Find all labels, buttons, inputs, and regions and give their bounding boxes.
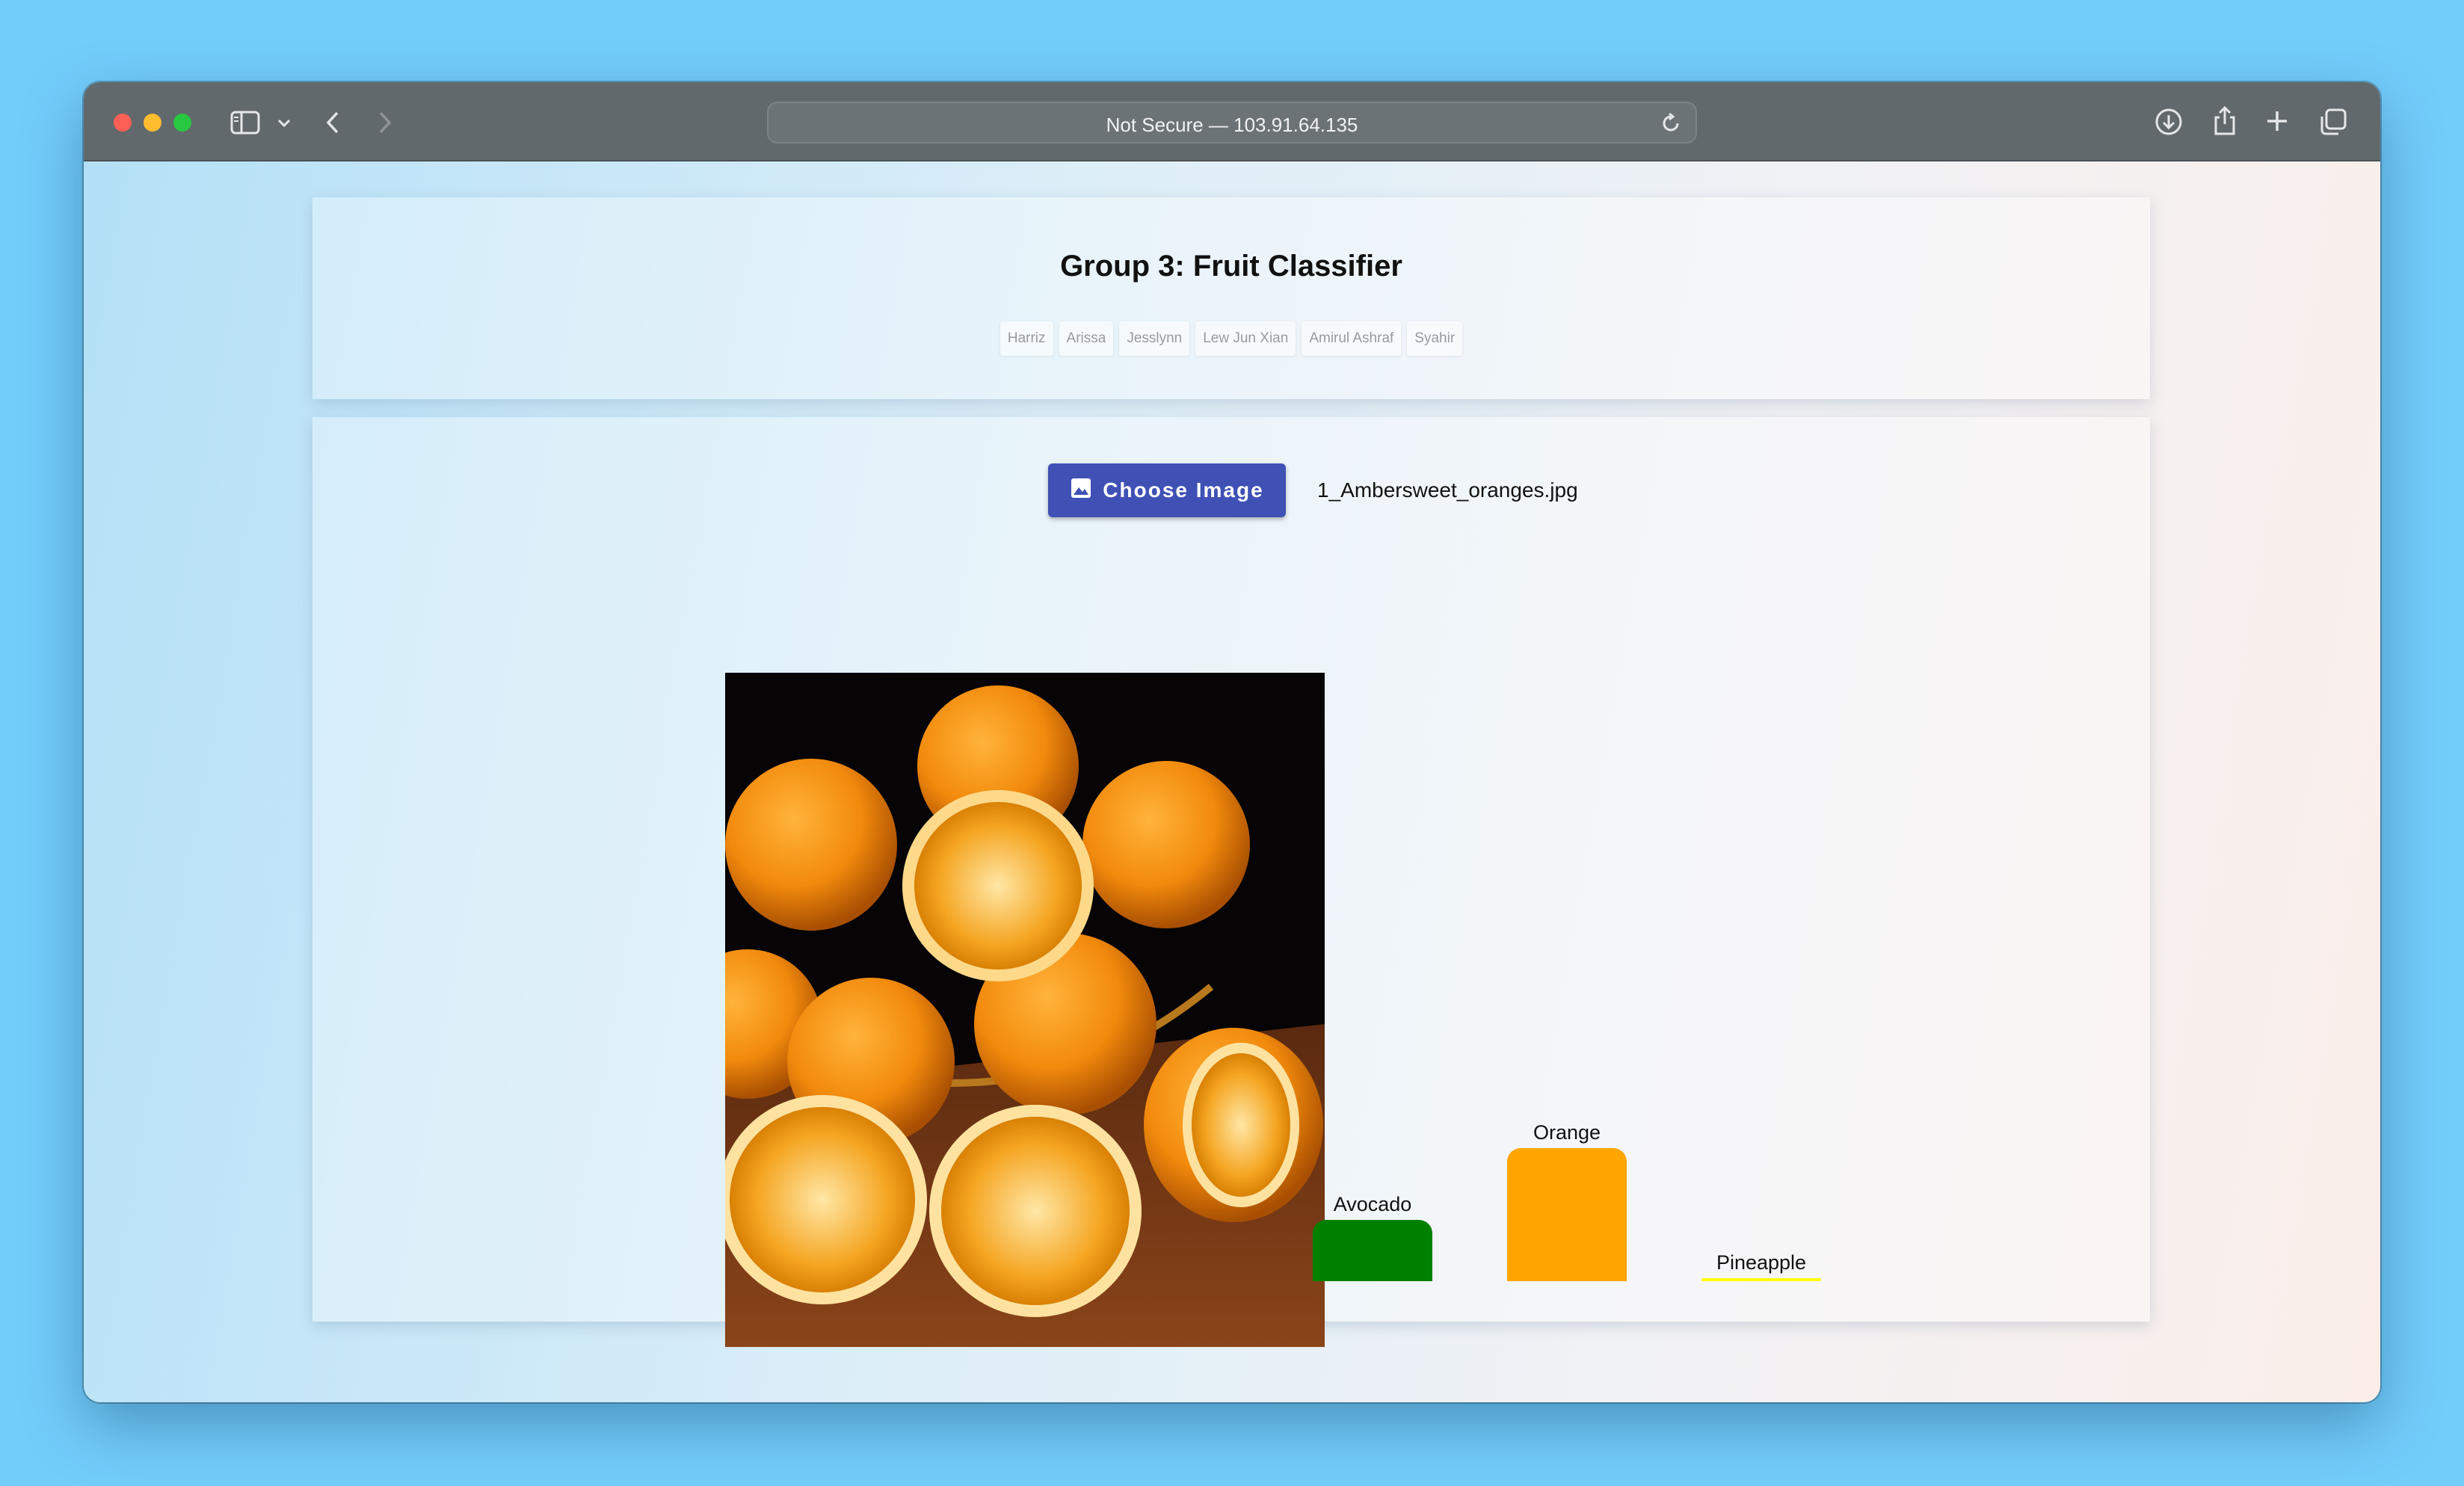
- member-chip: Arissa: [1059, 321, 1114, 356]
- bar-avocado: [1313, 1220, 1432, 1281]
- browser-titlebar: Not Secure — 103.91.64.135: [84, 82, 2380, 161]
- browser-window: Not Secure — 103.91.64.135 Group 3: Frui…: [84, 82, 2380, 1402]
- bar-label-pineapple: Pineapple: [1716, 1251, 1807, 1274]
- tab-overview-icon[interactable]: [2319, 108, 2347, 136]
- download-icon[interactable]: [2155, 108, 2183, 136]
- member-chip: Harriz: [1000, 321, 1053, 356]
- back-arrow-icon[interactable]: [324, 111, 341, 135]
- close-window-button[interactable]: [114, 114, 132, 132]
- page-title: Group 3: Fruit Classifier: [1060, 250, 1402, 283]
- url-text: Not Secure — 103.91.64.135: [1106, 114, 1358, 136]
- classifier-card: Choose Image 1_Ambersweet_oranges.jpg Av…: [312, 417, 2150, 1347]
- forward-arrow-icon[interactable]: [377, 111, 393, 135]
- bar-orange: [1507, 1148, 1627, 1281]
- member-chip: Amirul Ashraf: [1302, 321, 1402, 356]
- bar-label-avocado: Avocado: [1333, 1193, 1412, 1215]
- member-chip: Syahir: [1407, 321, 1463, 356]
- address-bar[interactable]: Not Secure — 103.91.64.135: [767, 102, 1697, 144]
- member-chip: Jesslynn: [1119, 321, 1190, 356]
- reload-icon[interactable]: [1660, 112, 1682, 138]
- member-list: Harriz Arissa Jesslynn Lew Jun Xian Amir…: [312, 321, 2150, 356]
- zoom-window-button[interactable]: [173, 114, 191, 132]
- sidebar-toggle-icon[interactable]: [230, 111, 260, 135]
- bar-label-orange: Orange: [1533, 1121, 1601, 1144]
- bar-pineapple: [1701, 1278, 1821, 1281]
- member-chip: Lew Jun Xian: [1195, 321, 1296, 356]
- share-icon[interactable]: [2211, 105, 2238, 136]
- header-card: Group 3: Fruit Classifier Harriz Arissa …: [312, 197, 2150, 399]
- prediction-chart: Avocado Orange Pineapple: [312, 417, 2150, 1322]
- minimize-window-button[interactable]: [144, 114, 161, 132]
- new-tab-icon[interactable]: [2265, 109, 2289, 133]
- chevron-down-icon[interactable]: [277, 118, 292, 129]
